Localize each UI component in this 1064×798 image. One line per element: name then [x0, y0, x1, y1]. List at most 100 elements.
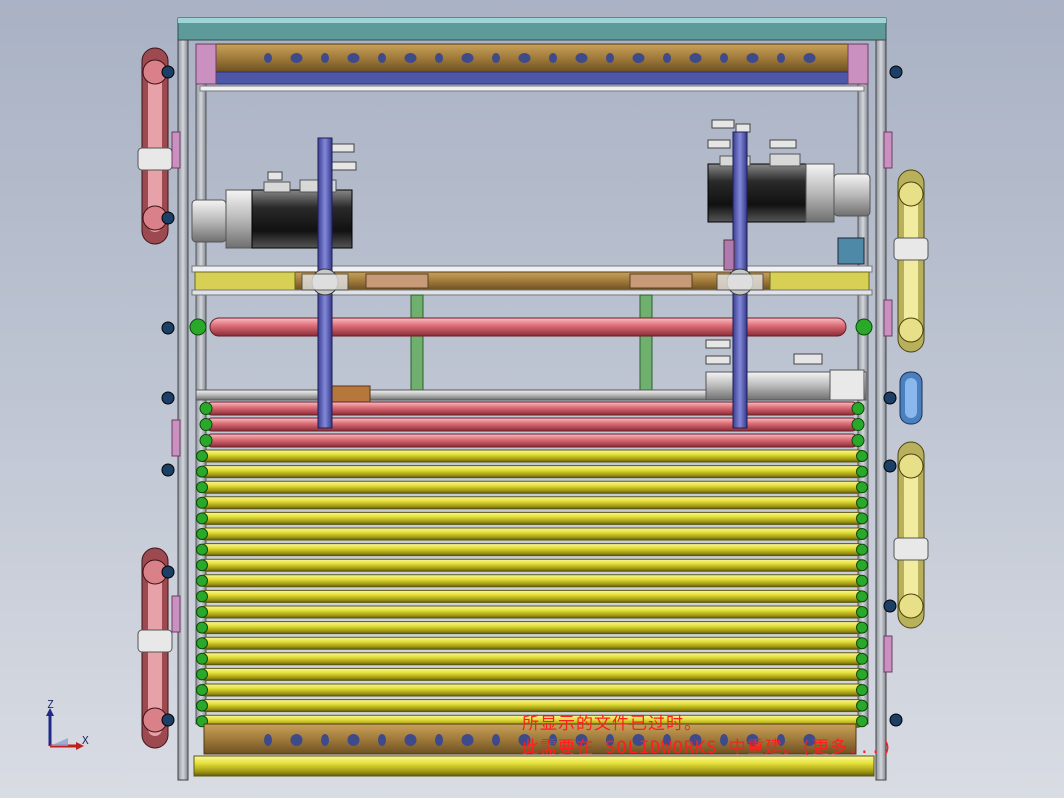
yellow-roller [199, 589, 865, 603]
beam-slot [347, 53, 360, 63]
yellow-roller [199, 574, 865, 588]
beam-slot [777, 53, 785, 63]
beam-slot [321, 734, 329, 746]
roller-end-cap [856, 699, 868, 712]
right-chain-drive-top [893, 169, 929, 353]
beam-slot [321, 53, 329, 63]
roller-end-cap [196, 543, 208, 556]
beam-slot [720, 53, 728, 63]
right-idler-wheel [899, 371, 923, 425]
yellow-roller [199, 527, 865, 541]
roller-end-cap [856, 574, 868, 587]
beam-slot [518, 53, 531, 63]
roller-end-cap [856, 606, 868, 618]
roller-end-cap [196, 450, 208, 462]
beam-slot [378, 734, 386, 746]
roller-end-cap [196, 684, 208, 696]
coordinate-triad: Z X [38, 698, 98, 752]
roller-end-cap [196, 606, 208, 618]
roller-end-cap [196, 590, 208, 603]
beam-slot [378, 53, 386, 63]
yellow-roller [199, 636, 865, 650]
roller-end-cap [851, 418, 865, 431]
roller-end-cap [856, 496, 868, 509]
roller-end-cap [199, 418, 213, 431]
roller-end-cap [196, 559, 208, 572]
roller-end-cap [856, 512, 868, 525]
roller-end-cap [856, 621, 868, 634]
roller-end-cap [856, 637, 868, 650]
red-roller [205, 417, 859, 432]
roller-end-cap [196, 621, 208, 634]
roller-end-cap [196, 465, 208, 478]
yellow-roller [199, 465, 865, 479]
roller-end-cap [851, 434, 865, 447]
roller-end-cap [856, 559, 868, 572]
roller-end-cap [196, 481, 208, 494]
yellow-roller [199, 511, 865, 525]
yellow-roller [199, 605, 865, 619]
right-chain-drive-bottom [893, 441, 929, 629]
roller-end-cap [856, 668, 868, 681]
beam-slot [549, 53, 557, 63]
beam-slot [461, 734, 474, 746]
roller-end-cap [196, 574, 208, 587]
red-roller [205, 433, 859, 448]
yellow-roller [199, 558, 865, 572]
beam-slot [264, 734, 272, 746]
roller-end-cap [856, 465, 868, 478]
red-shaft-upper [209, 317, 847, 337]
beam-slot [404, 53, 417, 63]
triad-z-label: Z [47, 698, 54, 711]
roller-end-cap [856, 684, 868, 696]
yellow-roller [199, 496, 865, 510]
roller-end-cap [196, 512, 208, 525]
beam-slot [689, 53, 702, 63]
roller-end-cap [199, 402, 213, 415]
beam-slot [404, 734, 417, 746]
roller-end-cap [856, 543, 868, 556]
roller-end-cap [196, 528, 208, 540]
beam-slot [461, 53, 474, 63]
yellow-roller [199, 652, 865, 666]
beam-slot [663, 53, 671, 63]
rebuild-notice[interactable]: 所显示的文件已过时。 此需要在 SOLIDWORKS 中重建。(更多...) [522, 712, 972, 760]
roller-end-cap [196, 496, 208, 509]
roller-end-cap [856, 481, 868, 494]
roller-end-cap [199, 434, 213, 447]
roller-end-cap [196, 699, 208, 712]
yellow-roller [199, 667, 865, 681]
rebuild-notice-line2[interactable]: 此需要在 SOLIDWORKS 中重建。(更多...) [522, 736, 972, 760]
beam-slot [290, 734, 303, 746]
yellow-roller [199, 543, 865, 557]
graphics-viewport[interactable] [0, 0, 1064, 798]
beam-slot [347, 734, 360, 746]
beam-slot [575, 53, 588, 63]
beam-slot [746, 53, 759, 63]
cad-model [137, 17, 929, 781]
roller-end-cap [856, 450, 868, 462]
yellow-roller [199, 683, 865, 697]
roller-end-cap [856, 652, 868, 665]
beam-slot [492, 734, 500, 746]
yellow-roller-group [196, 449, 868, 728]
red-roller [205, 401, 859, 416]
beam-slot [606, 53, 614, 63]
beam-slot [803, 53, 816, 63]
roller-end-cap [196, 637, 208, 650]
yellow-roller [199, 480, 865, 494]
middle-beam [194, 271, 870, 291]
beam-slot [632, 53, 645, 63]
yellow-roller [199, 699, 865, 713]
beam-slot [264, 53, 272, 63]
beam-slot [492, 53, 500, 63]
rebuild-notice-line1: 所显示的文件已过时。 [522, 714, 702, 734]
yellow-roller [199, 621, 865, 635]
yellow-roller [199, 449, 865, 463]
beam-slot [435, 53, 443, 63]
beam-slot [435, 734, 443, 746]
red-roller-group [199, 401, 865, 448]
roller-end-cap [856, 590, 868, 603]
triad-x-label: X [82, 734, 89, 747]
roller-end-cap [196, 652, 208, 665]
